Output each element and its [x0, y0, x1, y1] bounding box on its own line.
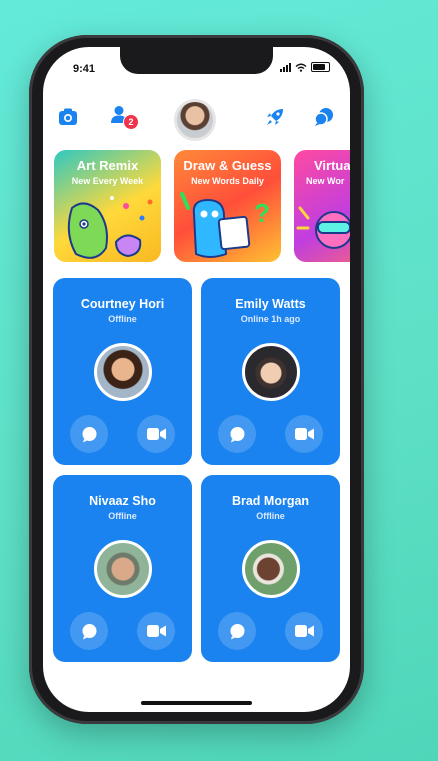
notch — [120, 47, 273, 74]
profile-avatar[interactable] — [174, 99, 216, 141]
apps-carousel[interactable]: Art Remix New Every Week Draw & Guess Ne… — [54, 150, 350, 262]
video-camera-icon — [146, 428, 166, 440]
contact-avatar[interactable] — [94, 540, 152, 598]
message-button[interactable] — [70, 415, 108, 453]
contact-status: Offline — [256, 511, 285, 521]
top-bar: 2 — [43, 95, 350, 145]
contact-status: Offline — [108, 511, 137, 521]
app-subtitle: New Every Week — [71, 176, 144, 186]
app-title: Draw & Guess — [183, 158, 272, 173]
message-button[interactable] — [218, 612, 256, 650]
app-card-virtual[interactable]: Virtua New Wor — [294, 150, 350, 262]
video-camera-icon — [294, 625, 314, 637]
app-card-art-remix[interactable]: Art Remix New Every Week — [54, 150, 161, 262]
contact-card[interactable]: Nivaaz Sho Offline — [53, 475, 192, 662]
contact-name: Courtney Hori — [80, 297, 165, 311]
rocket-icon[interactable] — [260, 102, 290, 132]
contact-status: Online 1h ago — [240, 314, 301, 324]
contact-card[interactable]: Emily Watts Online 1h ago — [201, 278, 340, 465]
app-card-draw-guess[interactable]: Draw & Guess New Words Daily ? — [174, 150, 281, 262]
notification-badge: 2 — [123, 114, 139, 130]
status-time: 9:41 — [73, 63, 96, 75]
app-subtitle: New Words Daily — [191, 176, 264, 186]
chats-icon[interactable] — [309, 102, 339, 132]
friends-button[interactable]: 2 — [106, 100, 139, 130]
chat-bubble-icon — [230, 426, 244, 442]
contact-card[interactable]: Brad Morgan Offline — [201, 475, 340, 662]
contact-status: Offline — [108, 314, 137, 324]
phone-frame: 9:41 2 Art Remix New Every Week Draw & G… — [29, 35, 364, 724]
message-button[interactable] — [218, 415, 256, 453]
contact-name: Emily Watts — [235, 297, 306, 311]
camera-icon[interactable] — [53, 102, 83, 132]
battery-icon — [311, 62, 330, 72]
chat-bubble-icon — [82, 426, 96, 442]
video-camera-icon — [294, 428, 314, 440]
status-icons — [280, 62, 330, 72]
draw-guess-illustration: ? — [180, 192, 270, 258]
app-title: Virtua — [314, 158, 350, 173]
wifi-icon — [295, 63, 307, 72]
signal-icon — [280, 62, 291, 72]
app-subtitle: New Wor — [306, 176, 345, 186]
contact-avatar[interactable] — [242, 540, 300, 598]
contact-card[interactable]: Courtney Hori Offline — [53, 278, 192, 465]
contact-avatar[interactable] — [242, 343, 300, 401]
app-title: Art Remix — [76, 158, 139, 173]
contact-name: Brad Morgan — [231, 494, 310, 508]
contact-avatar[interactable] — [94, 343, 152, 401]
virtual-illustration — [296, 206, 350, 249]
video-call-button[interactable] — [285, 415, 323, 453]
home-indicator[interactable] — [141, 701, 252, 705]
video-call-button[interactable] — [285, 612, 323, 650]
svg-text:?: ? — [254, 198, 270, 228]
contact-name: Nivaaz Sho — [89, 494, 156, 508]
video-call-button[interactable] — [137, 612, 175, 650]
video-call-button[interactable] — [137, 415, 175, 453]
art-remix-illustration — [67, 196, 153, 259]
video-camera-icon — [146, 625, 166, 637]
chat-bubble-icon — [82, 623, 96, 639]
message-button[interactable] — [70, 612, 108, 650]
chat-bubble-icon — [230, 623, 244, 639]
phone-screen: 9:41 2 Art Remix New Every Week Draw & G… — [43, 47, 350, 712]
